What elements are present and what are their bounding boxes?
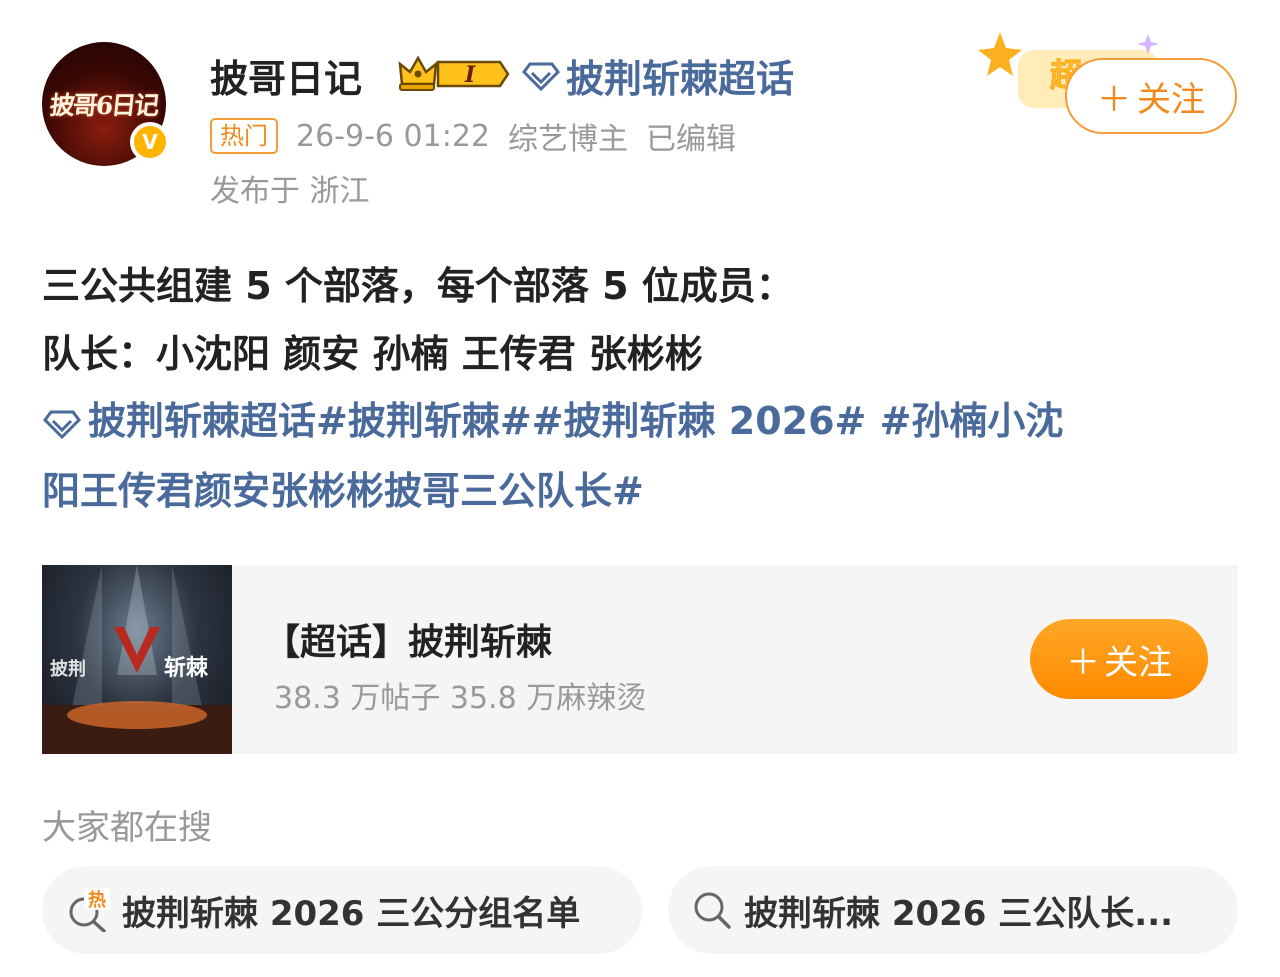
hot-icon-text: 热	[88, 889, 106, 911]
hashtag-line[interactable]: 阳王传君颜安张彬彬披哥三公队长#	[42, 456, 1242, 526]
post-meta: 热门 26-9-6 01:22 综艺博主 已编辑	[210, 114, 736, 158]
verified-icon: V	[130, 122, 170, 162]
post-body-line: 队长：小沈阳 颜安 孙楠 王传君 张彬彬	[42, 332, 703, 376]
cover-title-text: 斩棘	[164, 655, 209, 681]
topic-card-stats: 38.3 万帖子 35.8 万麻辣烫	[274, 681, 647, 716]
author-role: 综艺博主	[508, 122, 628, 157]
username[interactable]: 披哥日记	[210, 48, 362, 103]
search-suggestion-text: 披荆斩棘 2026 三公队长...	[744, 893, 1174, 934]
hashtags[interactable]: 披荆斩棘超话#披荆斩棘##披荆斩棘 2026# #孙楠小沈 阳王传君颜安张彬彬披…	[42, 386, 1242, 526]
topic-follow-label: 关注	[1104, 642, 1172, 683]
svg-text:披荆: 披荆	[50, 658, 86, 680]
search-suggestion-chip[interactable]: 披荆斩棘 2026 三公队长...	[668, 866, 1238, 954]
search-section-label: 大家都在搜	[42, 808, 212, 848]
location: 发布于 浙江	[210, 174, 370, 209]
follow-button[interactable]: ＋ 关注	[1065, 58, 1237, 134]
hot-tag: 热门	[210, 118, 278, 154]
diamond-icon	[522, 62, 560, 91]
crown-level-badge-icon[interactable]: I	[396, 54, 512, 94]
topic-link[interactable]: 披荆斩棘超话	[522, 48, 794, 103]
topic-link-label: 披荆斩棘超话	[566, 57, 795, 101]
plus-icon: ＋	[1066, 642, 1100, 683]
search-suggestion-chip[interactable]: 热 披荆斩棘 2026 三公分组名单	[42, 866, 642, 954]
plus-icon: ＋	[1097, 79, 1131, 120]
topic-cover-image: 披荆 斩棘	[42, 565, 232, 754]
cover-art: 披荆 斩棘	[42, 565, 232, 754]
badge-level-text: I	[464, 62, 476, 88]
super-topic-card[interactable]: 披荆 斩棘 【超话】披荆斩棘 38.3 万帖子 35.8 万麻辣烫 ＋ 关注	[42, 565, 1238, 754]
follow-button-label: 关注	[1137, 79, 1205, 120]
hot-search-icon: 热	[69, 888, 110, 932]
topic-card-title[interactable]: 【超话】披荆斩棘	[264, 613, 552, 665]
avatar[interactable]: 披哥6日记 V	[42, 42, 170, 166]
search-suggestion-text: 披荆斩棘 2026 三公分组名单	[122, 893, 581, 934]
edited-label[interactable]: 已编辑	[646, 114, 736, 158]
hashtag-text[interactable]: 披荆斩棘超话#披荆斩棘##披荆斩棘 2026# #孙楠小沈	[88, 399, 1063, 443]
post-body-line: 三公共组建 5 个部落，每个部落 5 位成员：	[42, 264, 794, 308]
avatar-logo-text: 披哥6日记	[48, 91, 160, 120]
topic-follow-button[interactable]: ＋ 关注	[1030, 619, 1208, 699]
post-body: 三公共组建 5 个部落，每个部落 5 位成员： 队长：小沈阳 颜安 孙楠 王传君…	[42, 252, 1242, 388]
search-icon	[694, 892, 731, 929]
diamond-icon	[43, 410, 81, 439]
timestamp: 26-9-6 01:22	[296, 118, 490, 154]
hashtag-line[interactable]: 披荆斩棘超话#披荆斩棘##披荆斩棘 2026# #孙楠小沈	[42, 386, 1242, 456]
